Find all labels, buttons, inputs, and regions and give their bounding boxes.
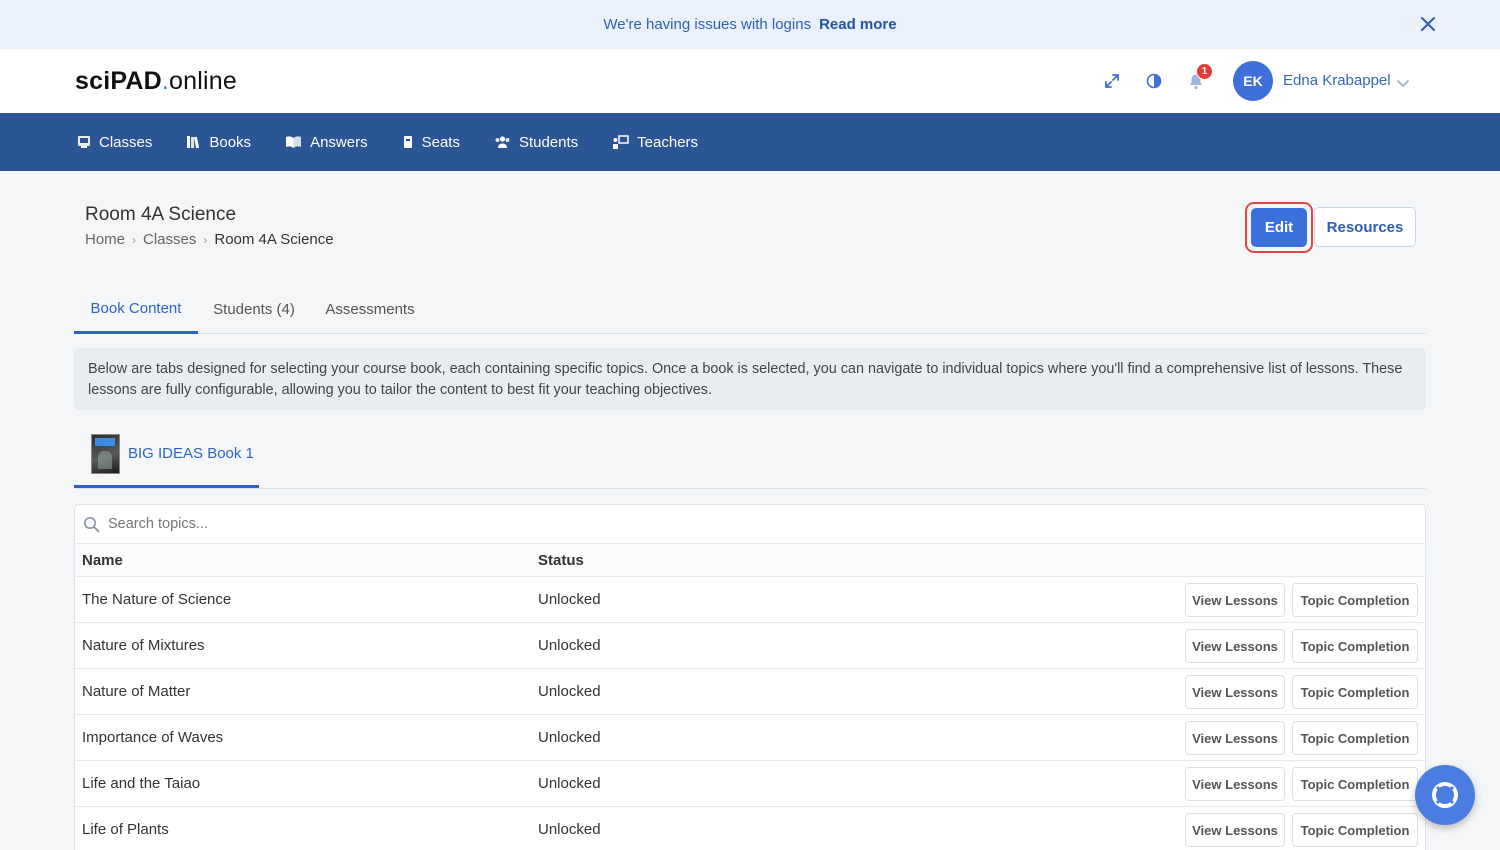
resources-button[interactable]: Resources [1314, 207, 1416, 247]
breadcrumb-classes[interactable]: Classes [143, 231, 196, 248]
nav-item-classes[interactable]: Classes [77, 134, 152, 151]
topic-name: Life and the Taiao [82, 775, 201, 792]
view-lessons-button[interactable]: View Lessons [1185, 583, 1285, 617]
students-icon [495, 136, 510, 148]
help-button[interactable] [1415, 765, 1475, 825]
topic-status: Unlocked [538, 821, 601, 838]
table-row: Nature of Matter Unlocked View Lessons Topi… [75, 669, 1425, 715]
nav-item-books[interactable]: Books [186, 134, 251, 151]
topic-completion-button[interactable]: Topic Completion [1292, 629, 1418, 663]
view-lessons-button[interactable]: View Lessons [1185, 675, 1285, 709]
breadcrumb-current: Room 4A Science [214, 231, 334, 248]
teachers-icon [613, 134, 629, 149]
search-bar [75, 505, 1425, 544]
table-row: Life and the Taiao Unlocked View Lessons To… [75, 761, 1425, 807]
topic-status: Unlocked [538, 729, 601, 746]
topic-completion-button[interactable]: Topic Completion [1292, 583, 1418, 617]
top-header: sciPAD.online 1 EK Edna Krabappel [0, 49, 1500, 113]
info-text: Below are tabs designed for selecting yo… [74, 348, 1426, 410]
tab-students[interactable]: Students (4) [198, 286, 310, 333]
book-tab-label: BIG IDEAS Book 1 [128, 445, 254, 462]
topic-completion-button[interactable]: Topic Completion [1292, 767, 1418, 801]
view-lessons-button[interactable]: View Lessons [1185, 721, 1285, 755]
topics-table: Name Status The Nature of Science Unlocke… [74, 504, 1426, 850]
classes-icon [78, 136, 90, 148]
view-lessons-button[interactable]: View Lessons [1185, 629, 1285, 663]
topic-name: Nature of Matter [82, 683, 191, 700]
column-header-name[interactable]: Name [82, 552, 123, 569]
seats-icon [403, 136, 412, 148]
topic-completion-button[interactable]: Topic Completion [1292, 721, 1418, 755]
class-tabs: Book Content Students (4) Assessments [74, 286, 1426, 334]
avatar[interactable]: EK [1233, 61, 1273, 101]
topic-status: Unlocked [538, 591, 601, 608]
topic-status: Unlocked [538, 775, 601, 792]
main-nav: Classes Books Answers Seats Students Tea… [0, 113, 1500, 171]
nav-item-seats[interactable]: Seats [402, 134, 460, 151]
nav-item-answers[interactable]: Answers [285, 134, 368, 151]
user-name[interactable]: Edna Krabappel [1283, 72, 1391, 89]
table-row: The Nature of Science Unlocked View Lesson… [75, 577, 1425, 623]
page-title: Room 4A Science [85, 204, 237, 225]
chevron-right-icon: › [203, 232, 208, 247]
topic-completion-button[interactable]: Topic Completion [1292, 813, 1418, 847]
edit-button[interactable]: Edit [1251, 208, 1307, 247]
search-input[interactable] [108, 516, 508, 532]
chevron-right-icon: › [132, 232, 137, 247]
tab-assessments[interactable]: Assessments [310, 286, 430, 333]
answers-icon [286, 136, 302, 148]
contrast-icon[interactable] [1143, 70, 1165, 92]
table-header: Name Status [75, 544, 1425, 577]
book-cover-image [91, 433, 120, 474]
books-icon [187, 136, 200, 149]
table-row: Nature of Mixtures Unlocked View Lessons To… [75, 623, 1425, 669]
table-row: Life of Plants Unlocked View Lessons Topic … [75, 807, 1425, 850]
notification-badge: 1 [1196, 63, 1213, 80]
nav-item-students[interactable]: Students [494, 134, 578, 151]
banner-message: We're having issues with logins [603, 16, 812, 33]
close-icon[interactable] [1418, 14, 1438, 34]
expand-icon[interactable] [1101, 70, 1123, 92]
view-lessons-button[interactable]: View Lessons [1185, 813, 1285, 847]
breadcrumb: Home › Classes › Room 4A Science [85, 231, 334, 248]
topic-status: Unlocked [538, 637, 601, 654]
topic-name: The Nature of Science [82, 591, 232, 608]
search-icon [84, 516, 100, 532]
topic-name: Importance of Waves [82, 729, 224, 746]
chevron-down-icon[interactable] [1396, 76, 1410, 94]
read-more-link[interactable]: Read more [819, 16, 897, 33]
view-lessons-button[interactable]: View Lessons [1185, 767, 1285, 801]
tab-book-content[interactable]: Book Content [74, 286, 198, 334]
topic-status: Unlocked [538, 683, 601, 700]
scipad-logo[interactable]: sciPAD.online [75, 67, 237, 96]
book-tab-big-ideas-1[interactable]: BIG IDEAS Book 1 [74, 422, 259, 488]
topic-completion-button[interactable]: Topic Completion [1292, 675, 1418, 709]
column-header-status[interactable]: Status [538, 552, 584, 569]
topic-name: Nature of Mixtures [82, 637, 205, 654]
lifebuoy-icon [1432, 782, 1458, 808]
book-tabs: BIG IDEAS Book 1 [74, 422, 1426, 489]
nav-item-teachers[interactable]: Teachers [612, 134, 698, 151]
breadcrumb-home[interactable]: Home [85, 231, 125, 248]
table-row: Importance of Waves Unlocked View Lessons T… [75, 715, 1425, 761]
topic-name: Life of Plants [82, 821, 169, 838]
edit-button-highlight: Edit [1245, 202, 1313, 253]
announcement-banner: We're having issues with logins Read mor… [0, 0, 1500, 49]
